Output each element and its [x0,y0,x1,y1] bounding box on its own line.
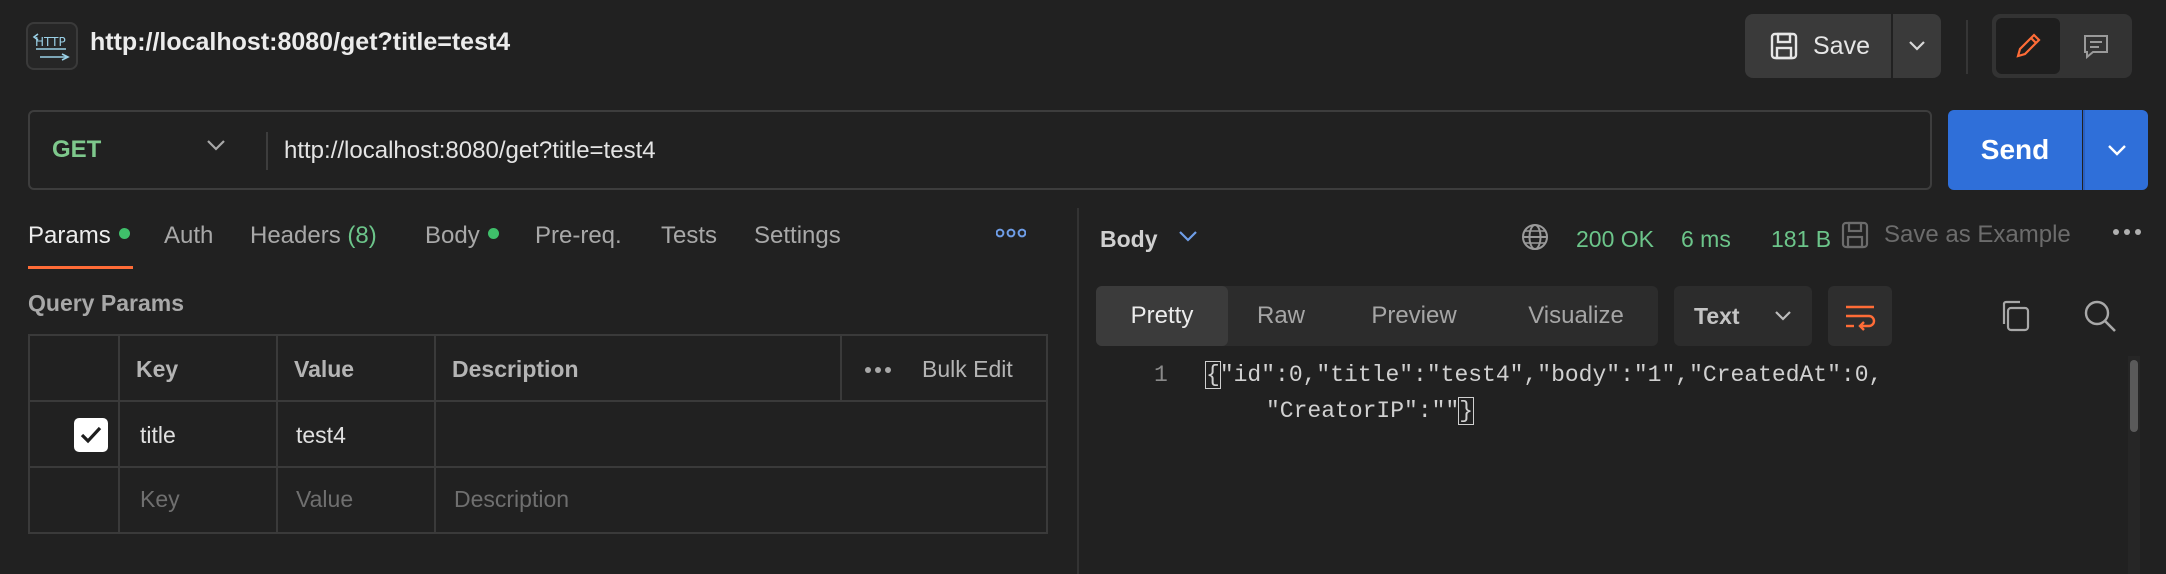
comment-icon [2084,35,2108,60]
wrap-lines-icon [1846,305,1876,331]
new-value-input[interactable]: Value [296,486,353,513]
tab-auth[interactable]: Auth [164,222,213,250]
response-body-select[interactable]: Body [1100,226,1158,253]
request-header: HTTP http://localhost:8080/get?title=tes… [0,0,2166,94]
column-divider [118,336,120,532]
status-code[interactable]: 200 OK [1576,226,1654,253]
status-dot [118,228,130,240]
more-options-icon[interactable] [864,366,892,374]
more-options-icon[interactable] [2112,228,2142,236]
row-divider [30,466,1046,468]
chevron-down-icon [1774,311,1791,321]
bulk-edit-button[interactable]: Bulk Edit [922,356,1013,383]
send-button[interactable]: Send [1948,110,2082,190]
tab-body-label: Body [425,222,480,249]
query-params-table: Key Value Description Bulk Edit title te… [28,334,1048,534]
more-options-icon[interactable] [996,226,1026,240]
tab-params[interactable]: Params [28,222,130,250]
column-divider [840,336,842,400]
view-tab-raw[interactable]: Raw [1228,286,1334,346]
format-label: Text [1694,302,1740,329]
chevron-down-icon[interactable] [1178,229,1198,243]
format-select[interactable]: Text [1674,286,1812,346]
new-description-input[interactable]: Description [454,486,569,513]
tab-tests[interactable]: Tests [661,222,717,250]
globe-icon[interactable] [1520,222,1550,252]
code-text: "id":0,"title":"test4","body":"1","Creat… [1219,362,1883,388]
save-icon [1841,221,1869,249]
status-dot [487,228,499,240]
headers-count: (8) [347,222,377,249]
wrap-lines-button[interactable] [1828,286,1892,346]
view-tab-pretty[interactable]: Pretty [1096,286,1228,346]
response-view-tabs: Pretty Raw Preview Visualize [1096,286,1658,346]
scrollbar[interactable] [2130,360,2138,432]
save-options-button[interactable] [1893,14,1941,78]
response-time[interactable]: 6 ms [1681,226,1731,253]
tab-params-label: Params [28,222,111,249]
method-select[interactable]: GET [52,136,101,164]
pencil-icon [2016,33,2041,58]
save-as-example-button[interactable]: Save as Example [1840,220,2071,250]
save-label: Save [1813,31,1870,60]
query-params-title: Query Params [28,290,184,316]
save-icon [1770,32,1798,60]
checkmark-icon [80,426,102,444]
view-tab-visualize[interactable]: Visualize [1494,286,1658,346]
tab-headers-label: Headers [250,222,341,249]
view-tab-preview[interactable]: Preview [1334,286,1494,346]
tab-settings[interactable]: Settings [754,222,841,250]
url-bar: GET [28,110,1932,190]
svg-text:HTTP: HTTP [35,35,66,49]
http-request-icon: HTTP [26,22,78,70]
copy-icon[interactable] [1998,298,2032,334]
column-divider [434,336,436,532]
code-text: "CreatorIP":"" [1266,398,1460,424]
column-header-key: Key [136,356,179,382]
column-header-value: Value [294,356,355,382]
bracket-close: } [1458,397,1475,425]
divider [266,132,268,170]
column-divider [276,336,278,532]
active-tab-indicator [28,266,133,269]
request-title[interactable]: http://localhost:8080/get?title=test4 [90,28,510,57]
bracket-open: { [1205,361,1221,389]
chevron-down-icon [1909,41,1925,51]
chevron-down-icon[interactable] [206,138,226,152]
param-value[interactable]: test4 [296,422,346,449]
code-line: "CreatorIP":""} [1266,397,1475,425]
save-button[interactable]: Save [1745,14,1891,78]
param-key[interactable]: title [140,422,176,449]
pane-splitter[interactable] [1077,208,1079,574]
edit-mode-button[interactable] [1996,18,2060,74]
chevron-down-icon [2107,145,2126,156]
tab-headers[interactable]: Headers (8) [250,222,377,250]
tab-body[interactable]: Body [425,222,499,250]
tab-prereq[interactable]: Pre-req. [535,222,622,250]
view-mode-toggle [1992,14,2132,78]
param-enabled-checkbox[interactable] [74,418,108,452]
line-number: 1 [1154,362,1168,388]
row-divider [30,400,1046,402]
comments-button[interactable] [2064,18,2128,74]
send-options-button[interactable] [2083,110,2148,190]
divider [1966,20,1968,74]
column-header-description: Description [452,356,579,382]
new-key-input[interactable]: Key [140,486,180,513]
search-icon[interactable] [2082,298,2118,334]
save-as-example-label: Save as Example [1884,221,2071,248]
code-line: {"id":0,"title":"test4","body":"1","Crea… [1205,361,1883,389]
response-size[interactable]: 181 B [1771,226,1831,253]
url-input[interactable] [284,126,1904,176]
